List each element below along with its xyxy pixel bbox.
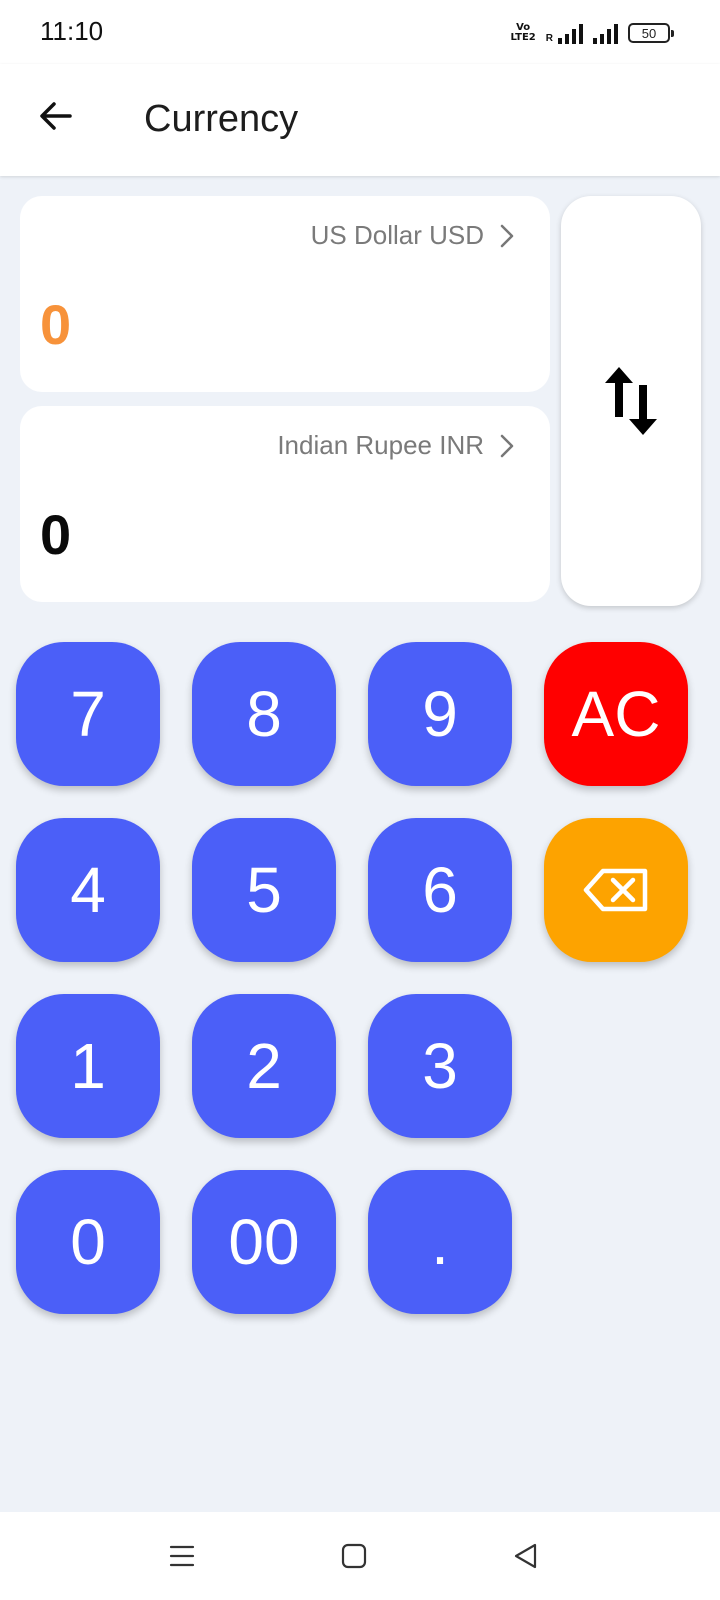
- key-2[interactable]: 2: [192, 994, 336, 1138]
- to-currency-selector[interactable]: Indian Rupee INR: [277, 430, 514, 461]
- signal-sim2-icon: [593, 22, 618, 44]
- from-currency-label: US Dollar USD: [310, 220, 484, 250]
- home-button[interactable]: [330, 1532, 378, 1580]
- swap-vertical-icon: [605, 367, 657, 435]
- key-4[interactable]: 4: [16, 818, 160, 962]
- key-0[interactable]: 0: [16, 1170, 160, 1314]
- home-square-icon: [341, 1543, 367, 1569]
- battery-icon: 50: [628, 23, 674, 43]
- arrow-left-icon: [40, 102, 72, 130]
- key-8[interactable]: 8: [192, 642, 336, 786]
- to-amount: 0: [40, 503, 72, 566]
- key-decimal[interactable]: .: [368, 1170, 512, 1314]
- battery-level: 50: [641, 25, 657, 41]
- volte-icon: Vo LTE2: [510, 22, 536, 43]
- backspace-button[interactable]: [544, 818, 688, 962]
- from-amount: 0: [40, 293, 72, 356]
- back-triangle-icon: [514, 1543, 537, 1569]
- back-button[interactable]: [32, 92, 80, 140]
- recents-button[interactable]: [158, 1532, 206, 1580]
- menu-icon: [169, 1545, 195, 1567]
- backspace-icon: [583, 868, 648, 912]
- app-bar: Currency: [0, 64, 720, 176]
- chevron-right-icon: [500, 224, 514, 247]
- status-bar: 11:10 Vo LTE2 R 50: [0, 0, 720, 64]
- to-currency-card[interactable]: Indian Rupee INR 0: [20, 406, 550, 602]
- key-3[interactable]: 3: [368, 994, 512, 1138]
- to-currency-label: Indian Rupee INR: [277, 430, 484, 460]
- swap-currencies-button[interactable]: [561, 196, 701, 606]
- clear-all-button[interactable]: AC: [544, 642, 688, 786]
- from-currency-card[interactable]: US Dollar USD 0: [20, 196, 550, 392]
- status-time: 11:10: [40, 16, 104, 46]
- system-nav-bar: [0, 1512, 720, 1600]
- from-currency-selector[interactable]: US Dollar USD: [311, 220, 514, 251]
- key-1[interactable]: 1: [16, 994, 160, 1138]
- roaming-indicator: R: [545, 33, 553, 44]
- signal-sim1-icon: R: [546, 22, 583, 44]
- key-6[interactable]: 6: [368, 818, 512, 962]
- chevron-right-icon: [500, 434, 514, 457]
- system-back-button[interactable]: [502, 1532, 550, 1580]
- key-9[interactable]: 9: [368, 642, 512, 786]
- key-5[interactable]: 5: [192, 818, 336, 962]
- status-icons: Vo LTE2 R 50: [510, 18, 674, 48]
- key-00[interactable]: 00: [192, 1170, 336, 1314]
- page-title: Currency: [144, 98, 299, 140]
- key-7[interactable]: 7: [16, 642, 160, 786]
